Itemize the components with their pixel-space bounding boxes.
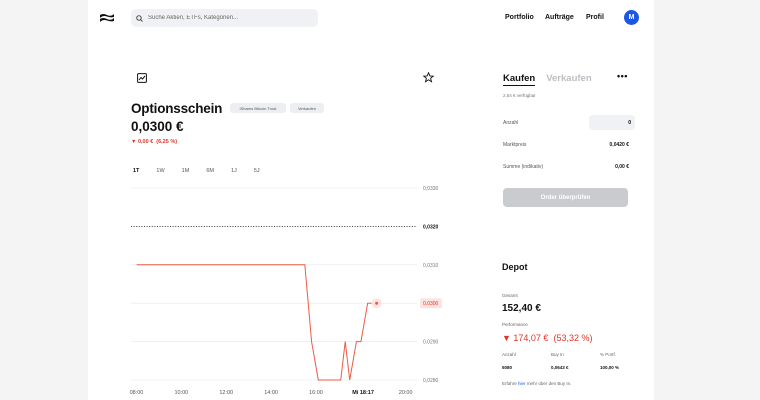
chart-view-icon[interactable] xyxy=(137,73,147,83)
tab-buy[interactable]: Kaufen xyxy=(503,73,536,86)
price-chart: 0,0330 0,0320 0,0310 0,0300 0,0290 0,0280 08:0… xyxy=(130,186,442,396)
footnote-pre: Erfahre xyxy=(502,381,517,386)
last-point-dot xyxy=(375,301,379,305)
performance-label: Performance xyxy=(502,322,528,327)
x-tick-label: 10:00 xyxy=(174,390,188,396)
y-tick-label: 0,0310 xyxy=(423,263,439,269)
sum-value: 0,00 € xyxy=(615,164,629,170)
stats-buyin: 0,0643 € xyxy=(551,365,569,370)
x-highlight-label: Mi 18:17 xyxy=(352,390,374,396)
period-1m[interactable]: 1M xyxy=(182,168,190,174)
stats-header-buyin: Buy In xyxy=(551,352,564,357)
depot-total-value: 152,40 € xyxy=(502,303,541,314)
footnote-post: mehr über den Buy In. xyxy=(526,381,572,386)
x-tick-label: 14:00 xyxy=(264,390,278,396)
nav-orders[interactable]: Aufträge xyxy=(545,14,574,21)
trade-tabs: Kaufen Verkaufen xyxy=(503,73,592,86)
stats-portfolio-pct: 100,00 % xyxy=(600,365,620,370)
y-tick-label: 0,0330 xyxy=(423,186,439,192)
y-tick-label: 0,0280 xyxy=(423,378,439,384)
x-tick-label: 08:00 xyxy=(130,390,144,396)
price-change: ▼ 0,00 € (6,25 %) xyxy=(131,139,177,145)
y-tick-label: 0,0290 xyxy=(423,340,439,346)
search-input[interactable] xyxy=(148,15,308,21)
performance-abs: ▼ 174,07 € xyxy=(502,333,549,343)
performance-value: ▼ 174,07 € (53,32 %) xyxy=(502,333,592,343)
depot-title: Depot xyxy=(502,262,528,272)
search-icon xyxy=(136,14,143,22)
x-tick-label: 12:00 xyxy=(219,390,233,396)
sum-label: Summe (indikativ) xyxy=(503,164,544,170)
y-tick-label: 0,0320 xyxy=(423,224,439,230)
period-1j[interactable]: 1J xyxy=(231,168,237,174)
market-price-value: 0,0420 € xyxy=(609,142,629,148)
period-1t[interactable]: 1T xyxy=(133,168,139,174)
underlying-chip[interactable]: iShares Bitcoin Trust xyxy=(230,103,286,113)
price-change-abs: ▼ 0,00 € xyxy=(131,139,154,145)
stats-header-portfolio-pct: % Portf. xyxy=(600,352,617,357)
period-5j[interactable]: 5J xyxy=(254,168,260,174)
buyin-footnote: Erfahre hier mehr über den Buy In. xyxy=(502,381,571,386)
y-tick-label: 0,0300 xyxy=(423,301,439,307)
instrument-title: Optionsschein xyxy=(131,101,223,116)
depot-total-label: Gesamt xyxy=(502,293,518,298)
x-tick-label: 20:00 xyxy=(399,390,413,396)
amount-label: Anzahl xyxy=(503,120,519,126)
x-tick-label: 16:00 xyxy=(309,390,323,396)
more-options-icon[interactable]: ••• xyxy=(617,71,628,81)
search-bar[interactable] xyxy=(131,9,318,27)
app-logo-icon[interactable] xyxy=(100,13,114,23)
period-selector: 1T 1W 1M 6M 1J 5J xyxy=(133,168,277,174)
price-line xyxy=(136,264,377,381)
amount-input[interactable] xyxy=(589,115,635,130)
nav-profile[interactable]: Profil xyxy=(586,14,604,21)
tab-sell[interactable]: Verkaufen xyxy=(546,73,591,86)
stats-header-amount: Anzahl xyxy=(502,352,516,357)
footnote-link[interactable]: hier xyxy=(518,381,526,386)
performance-pct: (53,32 %) xyxy=(553,333,593,343)
available-cash: 2,54 € verfügbar xyxy=(503,93,536,98)
period-1w[interactable]: 1W xyxy=(156,168,164,174)
market-price-label: Marktpreis xyxy=(503,142,527,148)
period-6m[interactable]: 6M xyxy=(206,168,214,174)
review-order-button[interactable]: Order überprüfen xyxy=(503,188,628,207)
avatar[interactable]: M xyxy=(624,10,639,25)
price-change-pct: (6,25 %) xyxy=(156,139,178,145)
current-price: 0,0300 € xyxy=(131,119,184,134)
star-icon[interactable] xyxy=(423,72,434,83)
nav-portfolio[interactable]: Portfolio xyxy=(505,14,534,21)
stats-amount: 5080 xyxy=(502,365,513,370)
type-chip[interactable]: Verkaufen xyxy=(290,103,324,113)
